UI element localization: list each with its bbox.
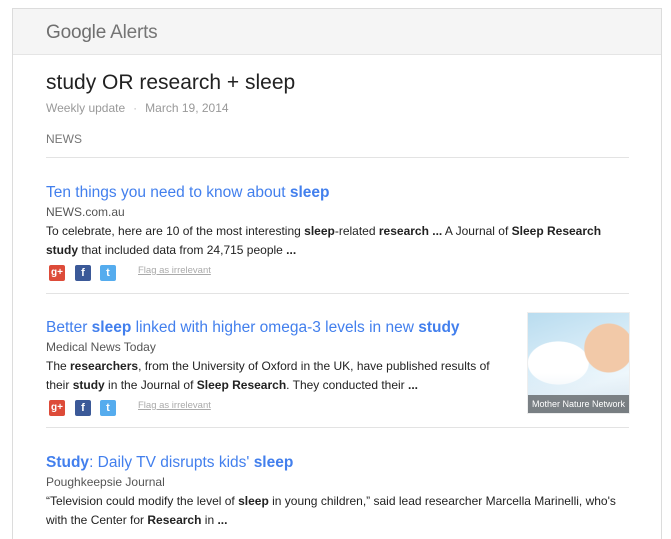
alert-date: March 19, 2014 [145, 101, 229, 115]
news-item-source: Medical News Today [46, 340, 156, 354]
twitter-icon[interactable]: t [100, 400, 116, 416]
section-label: NEWS [46, 132, 82, 146]
news-item-snippet: “Television could modify the level of sl… [46, 494, 616, 527]
news-item-snippet: To celebrate, here are 10 of the most in… [46, 224, 602, 257]
news-item-snippet: The researchers, from the University of … [46, 359, 490, 392]
twitter-icon[interactable]: t [100, 265, 116, 281]
alert-query-title: study OR research + sleep [46, 71, 296, 94]
google-plus-icon[interactable]: g+ [49, 400, 65, 416]
news-item: Better sleep linked with higher omega-3 … [46, 292, 630, 420]
news-item-thumbnail[interactable]: Mother Nature Network [527, 312, 630, 414]
header-bar: Google Alerts [13, 9, 661, 55]
news-item: Study: Daily TV disrupts kids' sleep Pou… [46, 454, 629, 529]
alert-frequency: Weekly update [46, 101, 126, 115]
facebook-icon[interactable]: f [75, 265, 91, 281]
facebook-icon[interactable]: f [75, 400, 91, 416]
google-alerts-logo[interactable]: Google Alerts [46, 22, 158, 44]
brand-alerts: Alerts [110, 22, 158, 43]
news-item-actions: g+ f t Flag as irrelevant [46, 400, 516, 420]
news-item: Ten things you need to know about sleep … [46, 184, 629, 285]
news-item-actions: g+ f t Flag as irrelevant [46, 265, 629, 285]
news-item-source: Poughkeepsie Journal [46, 475, 165, 489]
brand-google: Google [46, 22, 107, 43]
alert-meta: Weekly update · March 19, 2014 [46, 101, 229, 115]
meta-separator: · [133, 101, 138, 115]
google-plus-icon[interactable]: g+ [49, 265, 65, 281]
thumbnail-caption: Mother Nature Network [528, 395, 629, 413]
flag-irrelevant-link[interactable]: Flag as irrelevant [138, 265, 211, 276]
news-item-title[interactable]: Better sleep linked with higher omega-3 … [46, 319, 516, 337]
news-item-title[interactable]: Study: Daily TV disrupts kids' sleep [46, 454, 629, 472]
news-item-source: NEWS.com.au [46, 205, 125, 219]
divider [46, 157, 629, 158]
news-item-title[interactable]: Ten things you need to know about sleep [46, 184, 629, 202]
flag-irrelevant-link[interactable]: Flag as irrelevant [138, 400, 211, 411]
alert-email-card: Google Alerts study OR research + sleep … [12, 8, 662, 539]
divider [46, 427, 629, 428]
